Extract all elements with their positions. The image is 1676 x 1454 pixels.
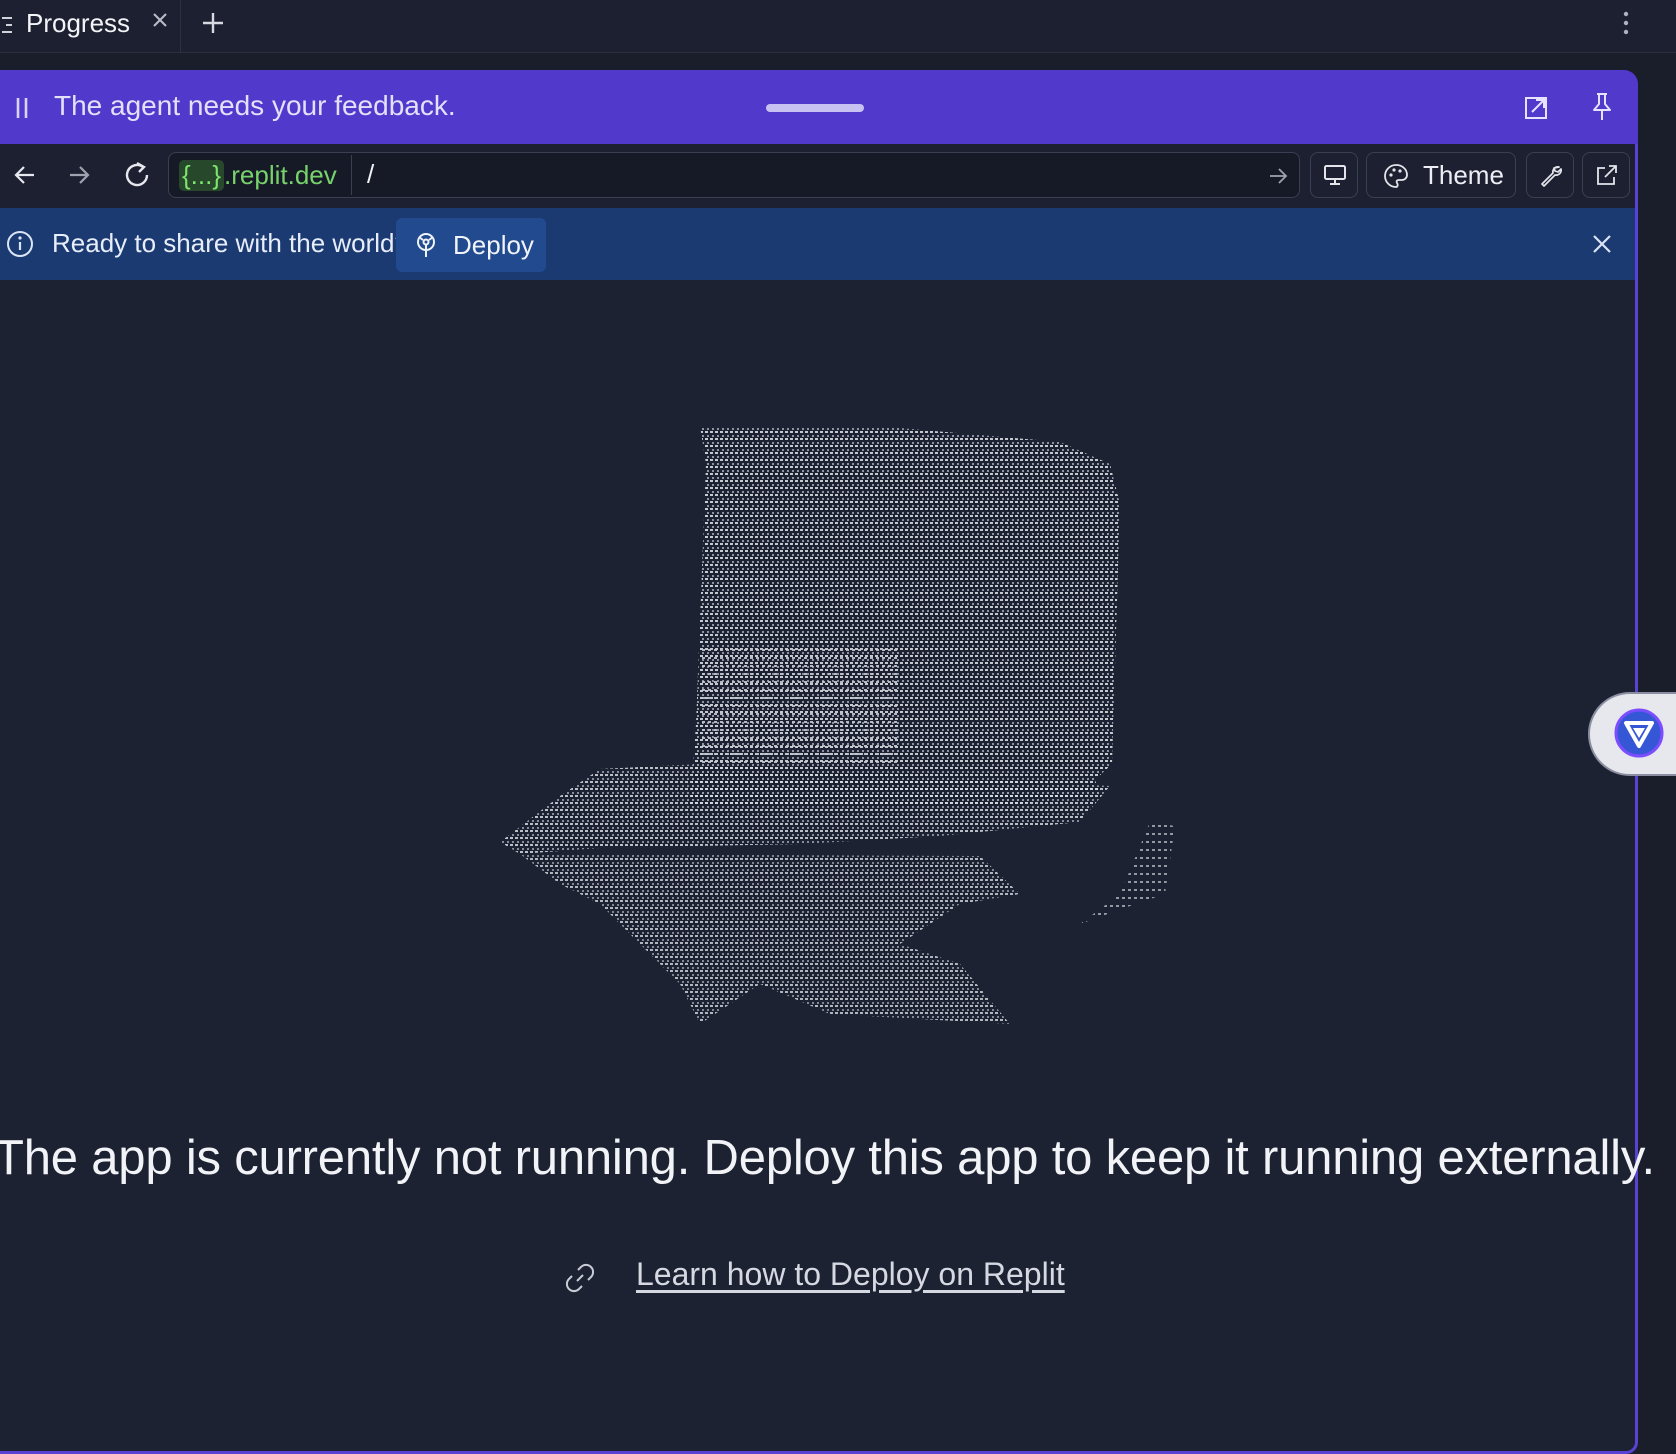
banner-message: Ready to share with the world? [52, 228, 409, 258]
reload-icon[interactable] [122, 160, 152, 190]
palette-icon [1384, 164, 1408, 188]
external-link-icon [1597, 165, 1617, 185]
v-logo-icon [1614, 708, 1664, 758]
url-domain: {...} .replit.dev [179, 159, 337, 191]
deploy-label: Deploy [453, 230, 534, 260]
arrow-left-icon[interactable] [12, 162, 38, 188]
url-toolbar: {...} .replit.dev / Theme [0, 144, 1635, 208]
devtools-button[interactable] [1526, 152, 1574, 198]
close-icon[interactable] [1590, 232, 1614, 256]
list-icon [2, 17, 12, 33]
url-divider [351, 155, 352, 195]
agent-message: The agent needs your feedback. [54, 90, 456, 121]
device-preview-button[interactable] [1310, 152, 1358, 198]
learn-deploy-link[interactable]: Learn how to Deploy on Replit [636, 1256, 1065, 1293]
monitor-icon [1324, 165, 1346, 185]
pause-icon[interactable] [14, 96, 30, 120]
url-input[interactable]: {...} .replit.dev / [168, 152, 1300, 198]
close-icon[interactable] [150, 10, 170, 30]
arrow-right-icon[interactable] [1267, 165, 1289, 187]
deploy-button[interactable]: Deploy [396, 218, 546, 272]
info-icon [7, 231, 33, 257]
drag-handle[interactable] [766, 104, 864, 112]
tab-bar: Progress [0, 0, 1676, 53]
wrench-icon [1541, 166, 1562, 187]
deploy-icon [417, 233, 435, 257]
url-path[interactable]: / [367, 159, 374, 190]
theme-label: Theme [1423, 160, 1504, 190]
link-icon [565, 1263, 595, 1293]
plus-icon[interactable] [200, 10, 226, 36]
deploy-banner: Ready to share with the world? Deploy [0, 208, 1635, 280]
floating-assistant-button[interactable] [1588, 692, 1676, 776]
url-domain-suffix: .replit.dev [224, 159, 337, 190]
tab-title: Progress [26, 8, 131, 38]
open-new-tab-button[interactable] [1582, 152, 1630, 198]
status-headline: The app is currently not running. Deploy… [0, 1131, 1655, 1185]
agent-feedback-bar: The agent needs your feedback. [0, 70, 1638, 144]
arrow-right-icon[interactable] [66, 162, 92, 188]
ascii-art-hat [500, 426, 1175, 1024]
url-domain-placeholder: {...} [179, 159, 225, 191]
kebab-icon[interactable] [1620, 8, 1632, 38]
expand-icon[interactable] [1524, 94, 1550, 120]
tab-progress[interactable]: Progress [0, 0, 181, 52]
pin-icon[interactable] [1590, 92, 1614, 122]
theme-button[interactable]: Theme [1366, 152, 1516, 198]
